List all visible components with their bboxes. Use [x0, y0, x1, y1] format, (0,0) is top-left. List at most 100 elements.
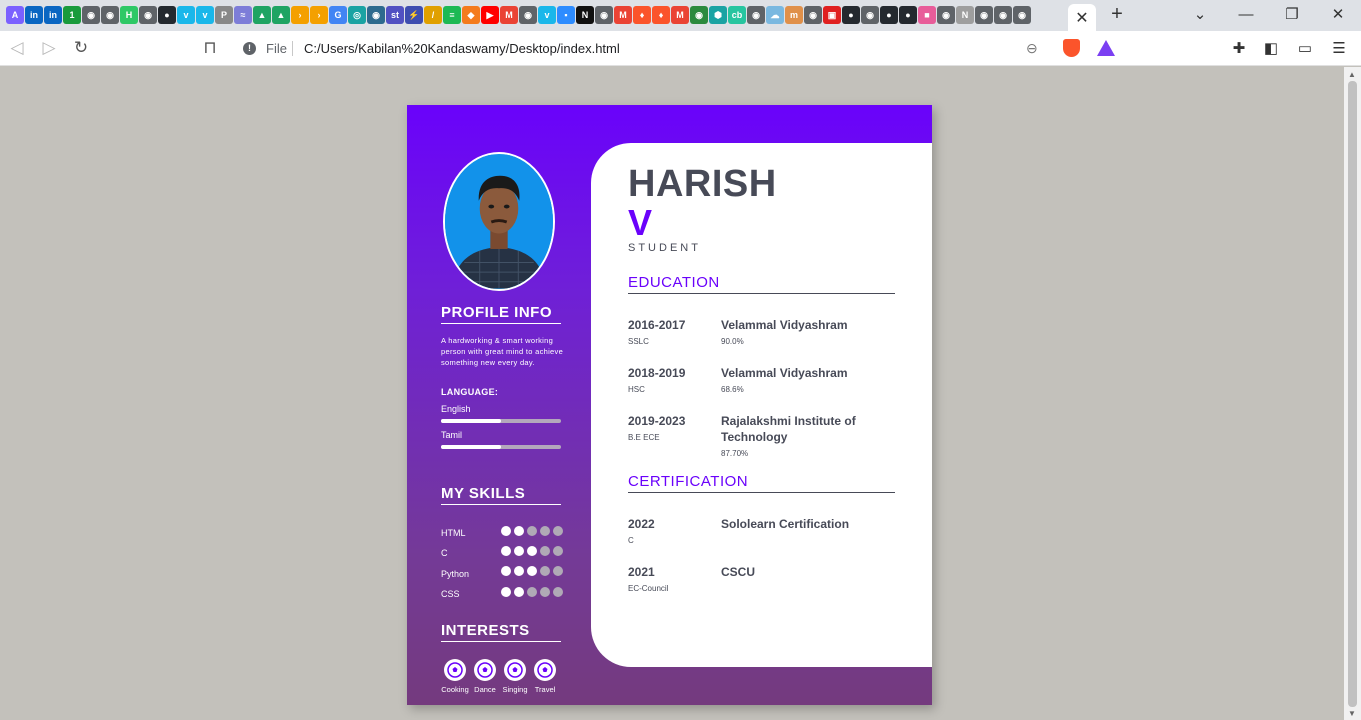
drive-favicon[interactable]: ▲ [272, 6, 290, 24]
site-info-icon[interactable]: ! [243, 42, 256, 55]
rating-dot-filled [514, 587, 524, 597]
certification-name: Sololearn Certification [721, 517, 850, 531]
globe-favicon[interactable]: ◉ [519, 6, 537, 24]
pdf-favicon[interactable]: ▣ [823, 6, 841, 24]
box-favicon[interactable]: ◆ [462, 6, 480, 24]
gmail-favicon[interactable]: M [671, 6, 689, 24]
sidebar-icon[interactable]: ◧ [1262, 40, 1280, 58]
cloud-favicon[interactable]: ☁ [766, 6, 784, 24]
pega-favicon[interactable]: P [215, 6, 233, 24]
new-tab-button[interactable]: + [1106, 3, 1128, 26]
github-favicon[interactable]: ● [880, 6, 898, 24]
bolt-favicon[interactable]: ⚡ [405, 6, 423, 24]
globe-favicon[interactable]: ◉ [804, 6, 822, 24]
skill-rating [501, 526, 563, 536]
vimeo-favicon[interactable]: v [538, 6, 556, 24]
scroll-up-icon[interactable]: ▲ [1348, 70, 1356, 79]
google-favicon[interactable]: G [329, 6, 347, 24]
soccer-ball-icon [444, 659, 466, 681]
reload-icon[interactable]: ↻ [71, 38, 91, 58]
globe-favicon[interactable]: ◉ [975, 6, 993, 24]
dot-favicon[interactable]: ◎ [348, 6, 366, 24]
brave-favicon[interactable]: ♦ [633, 6, 651, 24]
linkedin-favicon[interactable]: in [44, 6, 62, 24]
zoom-icon[interactable]: ⊖ [1026, 40, 1038, 57]
skill-name: CSS [441, 589, 460, 599]
globe-favicon[interactable]: ◉ [994, 6, 1012, 24]
brave-shields-icon[interactable] [1063, 39, 1080, 57]
slash-favicon[interactable]: / [424, 6, 442, 24]
forward-icon[interactable]: ▷ [39, 38, 59, 58]
globe-favicon[interactable]: ◉ [1013, 6, 1031, 24]
url-text[interactable]: C:/Users/Kabilan%20Kandaswamy/Desktop/in… [304, 41, 620, 56]
zoom-favicon[interactable]: ▪ [557, 6, 575, 24]
vertical-scrollbar[interactable]: ▲ ▼ [1344, 67, 1361, 720]
globe-favicon[interactable]: ◉ [101, 6, 119, 24]
vimeo-favicon[interactable]: v [177, 6, 195, 24]
github-favicon[interactable]: ● [842, 6, 860, 24]
hex-favicon[interactable]: ⬢ [709, 6, 727, 24]
interest-item: Cooking [440, 659, 470, 694]
tab-search-icon[interactable]: ⌄ [1188, 4, 1212, 26]
close-window-icon[interactable]: ✕ [1326, 4, 1350, 26]
m-favicon[interactable]: m [785, 6, 803, 24]
active-tab[interactable]: ✕ [1068, 4, 1096, 31]
ni-favicon[interactable]: N [576, 6, 594, 24]
wallet-icon[interactable]: ▭ [1296, 40, 1314, 58]
globe-favicon[interactable]: ◉ [747, 6, 765, 24]
back-icon[interactable]: ◁ [7, 38, 27, 58]
scroll-thumb[interactable] [1348, 81, 1357, 707]
one-favicon[interactable]: 1 [63, 6, 81, 24]
brave-rewards-icon[interactable] [1097, 40, 1115, 56]
cb-favicon[interactable]: cb [728, 6, 746, 24]
arrow-favicon[interactable]: › [310, 6, 328, 24]
rating-dot-empty [540, 546, 550, 556]
my-skills-heading: MY SKILLS [441, 485, 561, 505]
palette-favicon[interactable]: ■ [918, 6, 936, 24]
linkedin-favicon[interactable]: in [25, 6, 43, 24]
education-years: 2018-2019 [628, 366, 686, 380]
interest-item: Dance [470, 659, 500, 694]
certification-name: CSCU [721, 565, 756, 579]
globe-favicon[interactable]: ◉ [139, 6, 157, 24]
st-favicon[interactable]: st [386, 6, 404, 24]
drive-favicon[interactable]: ▲ [253, 6, 271, 24]
close-tab-icon[interactable]: ✕ [1075, 8, 1088, 28]
bookmark-icon[interactable]: ⊓ [200, 38, 220, 58]
restore-icon[interactable]: ❐ [1280, 4, 1304, 26]
spotify-favicon[interactable]: ≡ [443, 6, 461, 24]
scroll-down-icon[interactable]: ▼ [1348, 709, 1356, 718]
extensions-icon[interactable]: ✚ [1230, 40, 1248, 58]
minimize-icon[interactable]: — [1234, 4, 1258, 26]
perplexity-favicon[interactable]: A [6, 6, 24, 24]
rating-dot-empty [540, 566, 550, 576]
globe-favicon[interactable]: ◉ [937, 6, 955, 24]
github-favicon[interactable]: ● [899, 6, 917, 24]
wave-favicon[interactable]: ≈ [234, 6, 252, 24]
dot-favicon[interactable]: ◉ [367, 6, 385, 24]
globe-favicon[interactable]: ◉ [861, 6, 879, 24]
certification-year: 2021 [628, 565, 655, 579]
brave-favicon[interactable]: ♦ [652, 6, 670, 24]
soccer-ball-icon [534, 659, 556, 681]
soccer-ball-icon [504, 659, 526, 681]
n-favicon[interactable]: N [956, 6, 974, 24]
rating-dot-filled [527, 566, 537, 576]
hackerrank-favicon[interactable]: H [120, 6, 138, 24]
globe-favicon[interactable]: ◉ [82, 6, 100, 24]
last-name: V [628, 202, 653, 243]
address-bar[interactable]: ! File C:/Users/Kabilan%20Kandaswamy/Des… [232, 34, 1124, 63]
youtube-favicon[interactable]: ▶ [481, 6, 499, 24]
gmail-favicon[interactable]: M [500, 6, 518, 24]
vimeo-favicon[interactable]: v [196, 6, 214, 24]
globe-favicon[interactable]: ◉ [690, 6, 708, 24]
url-divider [292, 41, 293, 56]
gmail-favicon[interactable]: M [614, 6, 632, 24]
arrow-favicon[interactable]: › [291, 6, 309, 24]
profile-summary: A hardworking & smart working person wit… [441, 336, 564, 367]
education-level: B.E ECE [628, 433, 660, 442]
tab-strip: Ain in 1 ◉ ◉ H ◉ ● v v P ≈ ▲ ▲ › › G ◎ ◉ st ⚡ / ≡ ◆ ▶ M ◉ v ▪ N ◉ M ♦ ♦ M ◉… [0, 0, 1361, 31]
menu-icon[interactable]: ☰ [1330, 40, 1348, 58]
github-favicon[interactable]: ● [158, 6, 176, 24]
globe-favicon[interactable]: ◉ [595, 6, 613, 24]
